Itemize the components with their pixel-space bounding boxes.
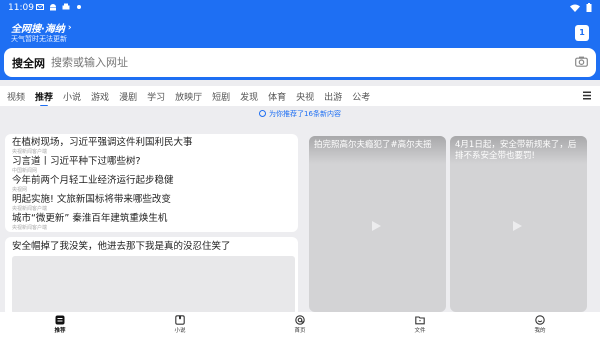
news-source: 央视新闻客户端: [12, 206, 48, 212]
news-source: 中国新闻网: [12, 168, 38, 174]
search-input[interactable]: [51, 56, 531, 69]
feature-thumbnail[interactable]: [12, 256, 295, 314]
news-title: 习言道丨习近平种下过哪些树?: [12, 156, 141, 167]
notice-text: 为你推荐了16条新内容: [269, 110, 341, 118]
play-icon[interactable]: [370, 220, 382, 232]
feed: 为你推荐了16条新内容 在植树现场，习近平强调这件利国利民大事 央视新闻客户端 …: [0, 106, 600, 317]
news-title: 今年前两个月轻工业经济运行起步稳健: [12, 175, 174, 186]
app-brand[interactable]: 全网搜·海纳 ›: [11, 20, 72, 36]
brand-name: 全网搜·海纳: [11, 24, 65, 35]
video-caption-bar: 4月1日起，安全带新规来了，后排不系安全带也要罚!: [450, 136, 587, 164]
nav-recommend[interactable]: 推荐: [40, 315, 80, 334]
news-source: 央视新闻客户端: [12, 149, 48, 155]
news-source: 央视新闻客户端: [12, 225, 48, 231]
tab-count-button[interactable]: 1: [575, 25, 589, 41]
battery-icon: [586, 3, 592, 12]
tab-recommend[interactable]: 推荐: [35, 90, 53, 107]
feature-title: 安全帽掉了我没笑，他进去那下我是真的没忍住笑了: [12, 241, 231, 252]
list-item[interactable]: 明起实施! 文旅新国标将带来哪些改变 央视新闻客户端: [12, 194, 291, 212]
check-circle-icon: [259, 110, 267, 117]
tab-discover[interactable]: 发现: [240, 90, 258, 103]
profile-icon: [535, 315, 545, 325]
status-time: 11:09: [8, 3, 34, 13]
nav-files[interactable]: 文件: [400, 315, 440, 334]
tab-cctv[interactable]: 央视: [296, 90, 314, 103]
tab-games[interactable]: 游戏: [91, 90, 109, 103]
tab-novel[interactable]: 小说: [63, 90, 81, 103]
nav-label: 我的: [534, 328, 546, 334]
system-icons: [570, 3, 592, 12]
nav-home[interactable]: 首页: [280, 315, 320, 334]
video-caption: 拍完照高尔夫瘾犯了#高尔夫摇: [314, 140, 432, 150]
nav-label: 小说: [174, 328, 186, 334]
tab-travel[interactable]: 出游: [324, 90, 342, 103]
video-caption: 4月1日起，安全带新规来了，后排不系安全带也要罚!: [455, 140, 577, 161]
folder-icon: [415, 316, 425, 325]
search-box[interactable]: 搜全网: [4, 48, 596, 77]
video-card[interactable]: 4月1日起，安全带新规来了，后排不系安全带也要罚!: [450, 136, 587, 312]
home-icon: [295, 315, 305, 325]
news-title: 城市“微更新” 秦淮百年建筑重焕生机: [12, 213, 168, 224]
category-tabs: 视频 推荐 小说 游戏 漫剧 学习 放映厅 短剧 发现 体育 央视 出游 公考: [0, 86, 600, 107]
tab-comic-drama[interactable]: 漫剧: [119, 90, 137, 103]
nav-label: 推荐: [54, 328, 66, 334]
refresh-notice: 为你推荐了16条新内容: [0, 109, 600, 119]
weather-status[interactable]: 天气暂时无法更新: [11, 34, 67, 44]
nav-label: 文件: [414, 328, 426, 334]
camera-icon[interactable]: [575, 56, 588, 67]
list-item[interactable]: 今年前两个月轻工业经济运行起步稳健 央视网: [12, 175, 291, 193]
dot-icon: [77, 5, 81, 9]
news-source: 央视网: [12, 187, 28, 193]
wifi-icon: [570, 4, 580, 12]
news-title: 在植树现场，习近平强调这件利国利民大事: [12, 137, 193, 148]
notification-icons: [36, 3, 83, 11]
chevron-right-icon: ›: [67, 22, 72, 33]
list-item[interactable]: 城市“微更新” 秦淮百年建筑重焕生机 央视新闻客户端: [12, 213, 291, 231]
video-card[interactable]: 拍完照高尔夫瘾犯了#高尔夫摇: [309, 136, 446, 312]
bottom-nav: 推荐 小说 首页 文件 我的: [0, 312, 600, 337]
search-brand: 搜全网: [12, 56, 45, 70]
tab-sports[interactable]: 体育: [268, 90, 286, 103]
tab-video[interactable]: 视频: [7, 90, 25, 103]
list-item[interactable]: 在植树现场，习近平强调这件利国利民大事 央视新闻客户端: [12, 137, 291, 155]
printer-icon: [62, 3, 70, 10]
tab-civil-exam[interactable]: 公考: [352, 90, 370, 103]
tab-cinema[interactable]: 放映厅: [175, 90, 202, 103]
book-icon: [175, 315, 185, 325]
list-item[interactable]: 习言道丨习近平种下过哪些树? 中国新闻网: [12, 156, 291, 174]
news-card: 在植树现场，习近平强调这件利国利民大事 央视新闻客户端 习言道丨习近平种下过哪些…: [5, 134, 298, 232]
menu-icon[interactable]: [583, 91, 591, 100]
play-icon[interactable]: [511, 220, 523, 232]
nav-profile[interactable]: 我的: [520, 315, 560, 334]
mail-icon: [36, 4, 44, 10]
video-caption-bar: 拍完照高尔夫瘾犯了#高尔夫摇: [309, 136, 446, 164]
tab-study[interactable]: 学习: [147, 90, 165, 103]
nav-novel[interactable]: 小说: [160, 315, 200, 334]
status-bar: 11:09: [0, 0, 600, 16]
recommend-icon: [55, 315, 65, 325]
header: 11:09 全网搜·海纳 › 天气暂时无法更新 1 搜全网: [0, 0, 600, 80]
tab-short-drama[interactable]: 短剧: [212, 90, 230, 103]
nav-label: 首页: [294, 328, 306, 334]
feature-card[interactable]: 安全帽掉了我没笑，他进去那下我是真的没忍住笑了: [5, 237, 298, 317]
news-title: 明起实施! 文旅新国标将带来哪些改变: [12, 194, 171, 205]
android-icon: [50, 4, 56, 11]
